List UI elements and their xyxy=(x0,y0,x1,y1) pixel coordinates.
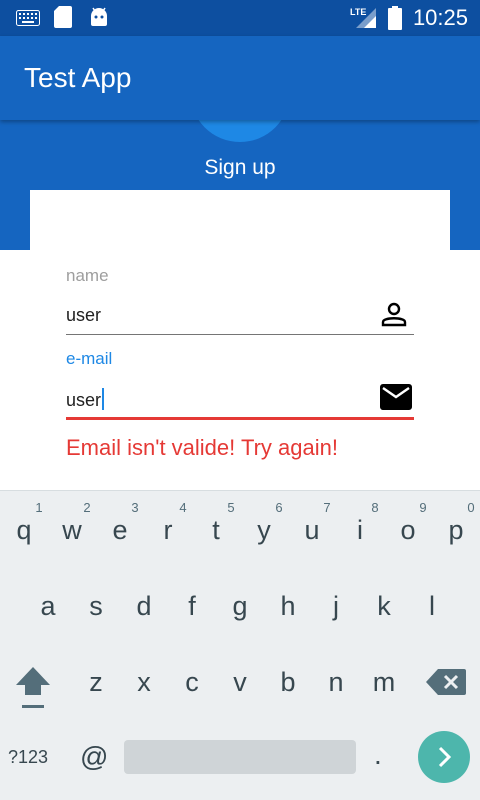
mail-icon xyxy=(380,384,412,415)
error-message: Email isn't valide! Try again! xyxy=(66,435,338,460)
key-g[interactable]: g xyxy=(216,591,264,622)
email-field-value: user xyxy=(66,390,102,410)
name-field-underline xyxy=(66,334,414,335)
key-hint: 0 xyxy=(467,500,475,515)
key-hint: 7 xyxy=(323,500,331,515)
android-icon xyxy=(88,6,110,33)
app-bar: Test App xyxy=(0,36,480,120)
key-u[interactable]: u xyxy=(288,515,336,546)
app-title: Test App xyxy=(24,62,132,93)
svg-text:LTE: LTE xyxy=(350,7,366,17)
lte-signal-icon: LTE xyxy=(350,6,378,35)
key-j[interactable]: j xyxy=(312,591,360,622)
email-label: e-mail xyxy=(66,349,113,368)
key-hint: 3 xyxy=(131,500,139,515)
key-e[interactable]: e xyxy=(96,515,144,546)
key-x[interactable]: x xyxy=(120,667,168,698)
email-field-underline xyxy=(66,417,414,420)
key-a[interactable]: a xyxy=(24,591,72,622)
key-k[interactable]: k xyxy=(360,591,408,622)
key-b[interactable]: b xyxy=(264,667,312,698)
key-d[interactable]: d xyxy=(120,591,168,622)
keyboard-icon xyxy=(16,10,40,31)
key-hint: 4 xyxy=(179,500,187,515)
key-w[interactable]: w xyxy=(48,515,96,546)
key-hint: 1 xyxy=(35,500,43,515)
battery-icon xyxy=(388,6,402,35)
key-hint: 9 xyxy=(419,500,427,515)
enter-key[interactable] xyxy=(418,731,470,783)
key-o[interactable]: o xyxy=(384,515,432,546)
key-i[interactable]: i xyxy=(336,515,384,546)
key-t[interactable]: t xyxy=(192,515,240,546)
email-field[interactable]: user xyxy=(66,388,105,411)
key-q[interactable]: q xyxy=(0,515,48,546)
key-hint: 6 xyxy=(275,500,283,515)
name-field-value: user xyxy=(66,305,102,325)
name-label: name xyxy=(66,266,109,285)
symbols-key[interactable]: ?123 xyxy=(8,747,48,768)
name-field[interactable]: user xyxy=(66,305,101,326)
status-bar: LTE 10:25 xyxy=(0,0,480,36)
key-l[interactable]: l xyxy=(408,591,456,622)
key-c[interactable]: c xyxy=(168,667,216,698)
key-hint: 2 xyxy=(83,500,91,515)
key-y[interactable]: y xyxy=(240,515,288,546)
status-time: 10:25 xyxy=(412,5,468,30)
key-hint: 8 xyxy=(371,500,379,515)
key-period[interactable]: . xyxy=(374,739,382,771)
key-s[interactable]: s xyxy=(72,591,120,622)
person-icon xyxy=(380,300,408,333)
key-z[interactable]: z xyxy=(72,667,120,698)
key-hint: 5 xyxy=(227,500,235,515)
key-h[interactable]: h xyxy=(264,591,312,622)
key-n[interactable]: n xyxy=(312,667,360,698)
backspace-icon[interactable] xyxy=(426,669,466,700)
shift-icon[interactable] xyxy=(14,665,52,714)
soft-keyboard: 1 2 3 4 5 6 7 8 9 0 q w e r t y u i o p … xyxy=(0,490,480,800)
key-m[interactable]: m xyxy=(360,667,408,698)
signup-card: name user e-mail user Email isn't valide… xyxy=(30,190,450,490)
sd-card-icon xyxy=(54,6,72,33)
text-cursor xyxy=(102,388,105,410)
key-at[interactable]: @ xyxy=(80,741,108,773)
page-title: Sign up xyxy=(204,156,276,179)
key-v[interactable]: v xyxy=(216,667,264,698)
enter-icon xyxy=(433,745,455,774)
space-key[interactable] xyxy=(124,740,356,774)
key-p[interactable]: p xyxy=(432,515,480,546)
key-r[interactable]: r xyxy=(144,515,192,546)
key-f[interactable]: f xyxy=(168,591,216,622)
